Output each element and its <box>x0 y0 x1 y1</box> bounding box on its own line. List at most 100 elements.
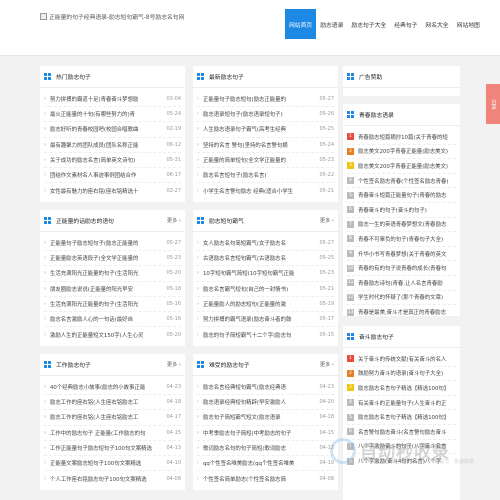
article-title[interactable]: 努力拼搏的霸气语录(励志奋斗者的鼓 <box>203 315 316 323</box>
article-row[interactable]: › 女人励志名句简短霸气(女子励志名 05-27 <box>197 236 334 252</box>
article-title[interactable]: 个性签名简单励志(个性签名励志简 <box>203 475 316 483</box>
article-row[interactable]: › 最有趣聚力的团队成员(团队名称正能 06-12 <box>44 138 181 153</box>
article-row[interactable]: › 最火正能量的十句(有哪些努力的)青 05-24 <box>44 107 181 123</box>
article-row[interactable]: › 励志的句子简短霸气十二个字(励志句 05-15 <box>197 327 334 342</box>
ranked-title[interactable]: 升华小书写青春梦想(关于青春的英文 <box>358 250 456 258</box>
ranked-row[interactable]: 4 有关奋斗的正能量句子(人生奋斗的正 <box>347 396 456 411</box>
ranked-title[interactable]: 青春的有的句子说青春的成长(青春句 <box>358 264 456 272</box>
article-title[interactable]: 关于成功的励志名言(简单英文诗句) <box>50 156 163 164</box>
nav-sitemap[interactable]: 网站地图 <box>453 9 484 39</box>
article-row[interactable]: › 正能量句子励志短句(励志正能量的 05-27 <box>197 92 334 108</box>
article-row[interactable]: › 小学生名言警句励志 经典(适合小学生 05-21 <box>197 183 334 198</box>
article-title[interactable]: 最火正能量的十句(有哪些努力的)青 <box>50 110 163 118</box>
article-title[interactable]: 个人工作座右铭励志句子100句文案精选 <box>50 475 163 483</box>
article-row[interactable]: › 励志句子简短霸气短文(励志语录 04-18 <box>197 410 334 426</box>
article-title[interactable]: 工作正能量句子励志短句子100句文案精选 <box>50 444 163 452</box>
more-link[interactable]: 更多 <box>320 217 334 224</box>
share-tab[interactable]: 分享 <box>486 84 500 124</box>
article-row[interactable]: › 个人工作座右铭励志句子100句文案精选 04-08 <box>44 471 181 486</box>
article-title[interactable]: 生活充满阳光正能量的句子(生活阳光 <box>50 269 163 277</box>
article-title[interactable]: 正能量句子励志短句子(励志正能量的 <box>50 239 163 247</box>
ranked-title[interactable]: 学生时代的怀疑了(那个青春的文章) <box>358 293 456 301</box>
ranked-row[interactable]: 4 个性签名励志青春(个性签名励志青春) <box>347 174 456 189</box>
article-row[interactable]: › 励志工作的座右铭(人生座右铭励志工 04-18 <box>44 395 181 411</box>
nav-quotes[interactable]: 励志语录 <box>316 9 347 39</box>
article-title[interactable]: 努力拼搏的霸道十足(青春奋斗梦想励 <box>50 95 163 103</box>
ranked-title[interactable]: 青春是最美,奋斗才是真正的青春励志 <box>358 308 456 316</box>
article-title[interactable]: 朋友圈励志说说(正能量的阳光早安 <box>50 285 163 293</box>
ranked-row[interactable]: 2 鼓励努力奋斗的语录(奋斗句子大全) <box>347 367 456 382</box>
article-row[interactable]: › 坚持的名言 警句(坚持的名言警句摘 05-24 <box>197 138 334 153</box>
nav-home[interactable]: 网站首页 <box>285 9 317 39</box>
ranked-row[interactable]: 5 青春奋斗短篇正能量句子(青春的励志 <box>347 188 456 203</box>
ranked-row[interactable]: 1 青春励志短篇摘抄10篇(关于青春的短 <box>347 130 456 145</box>
article-row[interactable]: › 40个经典励志小故事(励志的小故事正能 04-23 <box>44 380 181 396</box>
more-link[interactable]: 更多 <box>167 361 181 368</box>
article-title[interactable]: 励志句子简短霸气短文(励志语录 <box>203 413 316 421</box>
ranked-row[interactable]: 3 励志美文200字青春正能量(励志美文) <box>347 159 456 174</box>
article-title[interactable]: 工作中的励志句子 正能量(工作励志的句 <box>50 429 163 437</box>
article-row[interactable]: › qq个性签名唯美励志(qq个性签名唯美 04-10 <box>197 456 334 472</box>
ranked-title[interactable]: 青春励志短篇摘抄10篇(关于青春的短 <box>358 133 456 141</box>
article-row[interactable]: › 生活充满阳光正能量的句子(生活阳光 05-16 <box>44 297 181 312</box>
ranked-row[interactable]: 10 青春的有的句子说青春的成长(青春句 <box>347 261 456 276</box>
article-row[interactable]: › 正能量励人的励志短句(正能量的激 05-19 <box>197 297 334 312</box>
article-title[interactable]: 生活充满阳光正能量的句子(生活阳光 <box>50 300 163 308</box>
article-row[interactable]: › 励志名言激励人心的一句话(最好自 05-16 <box>44 312 181 328</box>
article-title[interactable]: 小学生名言警句励志 经典(适合小学生 <box>203 187 316 195</box>
article-title[interactable]: 坚持的名言 警句(坚持的名言警句摘 <box>203 141 316 149</box>
article-row[interactable]: › 个性签名简单励志(个性签名励志简 04-08 <box>197 471 334 486</box>
ranked-row[interactable]: 3 励志励志名言句子精选【精选100句】 <box>347 381 456 396</box>
article-title[interactable]: 正能量句子励志短句(励志正能量的 <box>203 95 316 103</box>
nav-nicknames[interactable]: 网名大全 <box>421 9 452 39</box>
article-row[interactable]: › 正能量句子励志短句子(励志正能量的 05-27 <box>44 236 181 252</box>
article-title[interactable]: 团结作文素材名人事迹事例团结合作 <box>50 171 163 179</box>
ranked-title[interactable]: 个性签名励志青春(个性签名励志青春) <box>358 177 456 185</box>
article-title[interactable]: 激励人生的正能量短文150字(人生心灵 <box>50 331 163 339</box>
article-row[interactable]: › 正能量的简单短句(全文学正能量的 05-23 <box>197 153 334 168</box>
article-row[interactable]: › 励志名言霸气短句(自己的一封情书) 05-21 <box>197 282 334 297</box>
article-title[interactable]: 励志名言激励人心的一句话(最好自 <box>50 315 163 323</box>
ranked-title[interactable]: 青春奋斗的句子(奋斗的句子) <box>358 206 456 214</box>
article-row[interactable]: › 励志名言短句子(励志名言) 05-22 <box>197 168 334 184</box>
ranked-title[interactable]: 青春励志诗句(青春,让人名言青春励 <box>358 279 456 287</box>
article-title[interactable]: 中考季励志句子简短(中考励志的句子 <box>203 429 316 437</box>
article-row[interactable]: › 关于成功的励志名言(简单英文诗句) 05-31 <box>44 153 181 168</box>
article-row[interactable]: › 正能量励志英语段子(全文学正能量的 05-23 <box>44 251 181 267</box>
article-row[interactable]: › 歌词励志名句的句子简短(歌词励志 04-12 <box>197 441 334 456</box>
ranked-title[interactable]: 青春奋斗短篇正能量句子(青春的励志 <box>358 191 456 199</box>
article-row[interactable]: › 女性最有魅力的座右铭(座右铭精选十 02-27 <box>44 183 181 198</box>
article-row[interactable]: › 中考季励志句子简短(中考励志的句子 04-15 <box>197 426 334 441</box>
ranked-row[interactable]: 11 青春励志诗句(青春,让人名言青春励 <box>347 276 456 291</box>
article-title[interactable]: 人生励志语录句子霸气(高考生经典 <box>203 125 316 133</box>
article-row[interactable]: › 团结作文素材名人事迹事例团结合作 06-17 <box>44 168 181 184</box>
site-logo[interactable]: 正能量的句子经典语录-励志短句霸气-8号励志名句网 <box>40 8 190 24</box>
ranked-row[interactable]: 12 学生时代的怀疑了(那个青春的文章) <box>347 291 456 306</box>
article-row[interactable]: › 正能量文案励志短句子100句文案精选 04-10 <box>44 456 181 472</box>
article-row[interactable]: › 励志语录短句子(励志语录短句子) 05-26 <box>197 107 334 123</box>
ranked-row[interactable]: 2 励志美文200字青春正能量(励志美文) <box>347 145 456 160</box>
ranked-title[interactable]: 关于奋斗的传统文献(有关奋斗的名人 <box>358 355 456 363</box>
ranked-title[interactable]: 有关奋斗的正能量句子(人生奋斗的正 <box>358 399 456 407</box>
article-row[interactable]: › 励志语录经典短句精辟(早安激励人 04-20 <box>197 395 334 411</box>
article-row[interactable]: › 努力拼搏的霸气语录(励志奋斗者的鼓 05-17 <box>197 312 334 328</box>
article-title[interactable]: 40个经典励志小故事(励志的小故事正能 <box>50 383 163 391</box>
ranked-row[interactable]: 7 励志一生的英语青春梦想文(青春励志 <box>347 218 456 233</box>
ranked-title[interactable]: 青春不可辜负的句子(青春句子大全) <box>358 235 456 243</box>
article-title[interactable]: qq个性签名唯美励志(qq个性签名唯美 <box>203 459 316 467</box>
article-title[interactable]: 最有趣聚力的团队成员(团队名称正能 <box>50 141 163 149</box>
article-row[interactable]: › 激励人生的正能量短文150字(人生心灵 05-20 <box>44 327 181 342</box>
article-title[interactable]: 励志名言经典短句霸气(励志经典语 <box>203 383 316 391</box>
article-row[interactable]: › 工作中的励志句子 正能量(工作励志的句 04-15 <box>44 426 181 441</box>
ranked-row[interactable]: 8 青春不可辜负的句子(青春句子大全) <box>347 232 456 247</box>
article-title[interactable]: 励志名言霸气短句(自己的一封情书) <box>203 285 316 293</box>
article-row[interactable]: › 励志工作的座右铭(人生座右铭励志工 04-17 <box>44 410 181 426</box>
article-row[interactable]: › 生活充满阳光正能量的句子(生活阳光 05-20 <box>44 266 181 282</box>
ranked-title[interactable]: 励志励志名言句子精选【精选100句】 <box>358 384 456 392</box>
nav-classic[interactable]: 经典句子 <box>390 9 421 39</box>
ranked-row[interactable]: 1 关于奋斗的传统文献(有关奋斗的名人 <box>347 352 456 367</box>
article-title[interactable]: 正能量文案励志短句子100句文案精选 <box>50 459 163 467</box>
ranked-title[interactable]: 鼓励努力奋斗的语录(奋斗句子大全) <box>358 369 456 377</box>
article-title[interactable]: 女性最有魅力的座右铭(座右铭精选十 <box>50 187 163 195</box>
ranked-title[interactable]: 励志美文200字青春正能量(励志美文) <box>358 147 456 155</box>
